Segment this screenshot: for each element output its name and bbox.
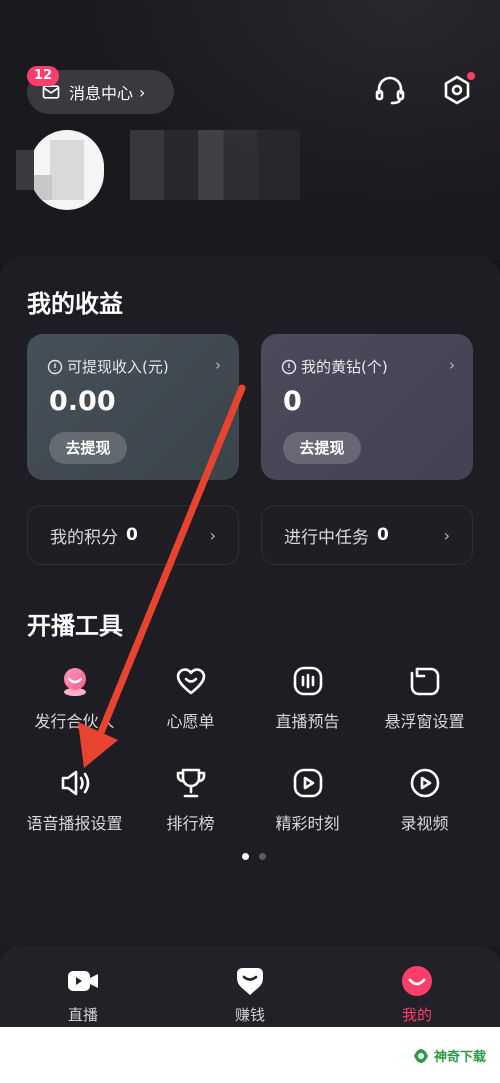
tasks-label: 进行中任务 [284,527,369,548]
nickname-pixelated [130,130,300,200]
nav-mine[interactable]: 我的 [367,964,467,1025]
nav-live[interactable]: 直播 [33,964,133,1025]
nav-label: 赚钱 [234,1006,265,1024]
highlight-play-icon [293,768,322,798]
app-screen: 消息中心 › 12 我的收益 可提现收入(元) › 0.00 去提现 我的黄钻(… [0,0,500,1027]
earn-money-icon [237,968,263,995]
tasks-value: 0 [377,525,389,545]
watermark: 神奇下载 [412,1046,486,1065]
tool-highlights[interactable]: 精彩时刻 [245,766,370,846]
message-center-label: 消息中心 [69,84,134,103]
withdrawable-value: 0.00 [49,386,116,417]
avatar[interactable] [30,130,104,210]
bottom-nav: 直播 赚钱 我的 [0,946,500,1027]
settings-notification-dot [467,72,475,80]
info-icon [281,359,297,374]
headset-icon[interactable] [374,74,406,106]
avatar-pixelated-edge [16,150,34,190]
points-label: 我的积分 [50,527,118,548]
diamond-value: 0 [283,386,302,417]
points-card[interactable]: 我的积分 0 › [27,505,239,565]
tool-partner[interactable]: 发行合伙人 [12,664,137,744]
trophy-icon [176,768,205,798]
partner-avatar-icon [63,668,86,696]
withdrawable-label: 可提现收入(元) [67,358,169,376]
chevron-right-icon: › [443,525,450,545]
tool-live-preview[interactable]: 直播预告 [245,664,370,744]
profile-smile-icon [402,966,432,996]
tool-label: 精彩时刻 [275,814,340,833]
live-preview-icon [293,666,322,696]
tool-floating-window[interactable]: 悬浮窗设置 [362,664,487,744]
pager-dot-active[interactable] [242,853,249,860]
chevron-right-icon: › [209,525,216,545]
watermark-text: 神奇下载 [433,1050,486,1065]
tools-title: 开播工具 [27,612,123,640]
diamond-withdraw-button[interactable]: 去提现 [283,432,361,464]
nav-earn[interactable]: 赚钱 [200,964,300,1025]
tool-label: 发行合伙人 [34,712,115,731]
tool-voice-broadcast[interactable]: 语音播报设置 [12,766,137,846]
live-camera-icon [68,971,98,991]
tool-label: 直播预告 [275,712,340,731]
tool-wishlist[interactable]: 心愿单 [128,664,253,744]
heart-wishlist-icon [176,668,205,695]
withdrawable-income-card[interactable]: 可提现收入(元) › 0.00 去提现 [27,334,239,480]
earnings-title: 我的收益 [27,290,123,318]
yellow-diamond-card[interactable]: 我的黄钻(个) › 0 去提现 [261,334,473,480]
record-video-icon [410,768,439,798]
pager-dot[interactable] [259,853,266,860]
tool-label: 心愿单 [166,712,215,731]
tool-record-video[interactable]: 录视频 [362,766,487,846]
info-icon [47,359,63,374]
tool-label: 排行榜 [166,814,215,833]
chevron-right-icon: › [449,356,455,374]
chevron-right-icon: › [139,82,146,102]
chevron-right-icon: › [215,356,221,374]
message-count-badge: 12 [27,66,60,86]
tool-label: 语音播报设置 [26,814,123,833]
tasks-card[interactable]: 进行中任务 0 › [261,505,473,565]
floating-window-icon [410,667,439,696]
tool-label: 录视频 [400,814,449,833]
nav-label: 我的 [401,1006,432,1024]
tool-leaderboard[interactable]: 排行榜 [128,766,253,846]
watermark-logo-icon [413,1048,428,1063]
points-value: 0 [126,525,138,545]
tool-label: 悬浮窗设置 [384,712,465,731]
speaker-icon [61,770,89,796]
diamond-label: 我的黄钻(个) [301,358,388,376]
withdraw-button[interactable]: 去提现 [49,432,127,464]
tools-pager[interactable] [242,853,266,860]
nav-label: 直播 [67,1006,98,1024]
